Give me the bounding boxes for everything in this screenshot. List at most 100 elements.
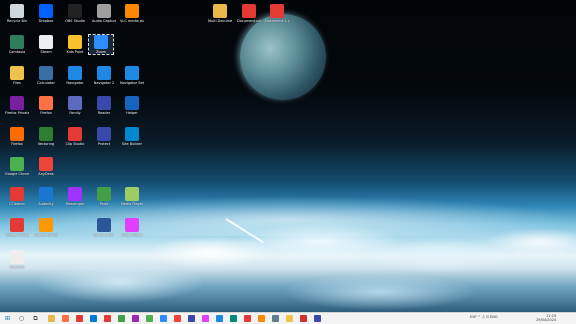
desktop-shortcut[interactable]: Multi Document: [208, 4, 232, 23]
shortcut-label: Media Player: [120, 202, 144, 206]
desktop-shortcut[interactable]: Clip Studio: [63, 127, 87, 146]
vlc-icon: [125, 4, 139, 18]
desktop-shortcut[interactable]: Dropbox: [34, 4, 58, 23]
desktop-shortcut[interactable]: VLC media player: [120, 4, 144, 23]
taskbar-app-16[interactable]: [258, 315, 265, 322]
media-icon: [125, 187, 139, 201]
shortcut-label: Recycle Bin: [6, 19, 28, 23]
desktop-shortcut[interactable]: Navigator 2: [92, 66, 116, 85]
desktop-shortcut[interactable]: Audacity: [34, 187, 58, 206]
taskbar-app-12[interactable]: [202, 315, 209, 322]
ccleaner-icon: [10, 187, 24, 201]
system-tray[interactable]: ESP ^ ♫ ⊡ ENG: [470, 315, 498, 319]
shortcut-label: Zoom: [95, 50, 107, 54]
desktop-shortcut[interactable]: Document 2.pdf: [265, 4, 289, 23]
people-icon: [68, 96, 82, 110]
desktop-shortcut[interactable]: Steam: [34, 35, 58, 54]
task-view-icon[interactable]: ⧉: [32, 315, 39, 322]
taskbar-app-9[interactable]: [160, 315, 167, 322]
taskbar-app-7[interactable]: [132, 315, 139, 322]
desktop-shortcut[interactable]: Kdenlive: [5, 250, 29, 269]
desktop-shortcut[interactable]: Zoom: [88, 34, 114, 55]
desktop-shortcut[interactable]: Document.pdf: [237, 4, 261, 23]
taskbar-app-2[interactable]: [62, 315, 69, 322]
desktop-shortcut[interactable]: Google Chrome: [34, 218, 58, 237]
desktop-shortcut[interactable]: Recycle Bin: [5, 4, 29, 23]
shortcut-label: Google Chrome: [5, 172, 29, 176]
shortcut-label: Calculator: [37, 81, 55, 85]
taskbar-app-4[interactable]: [90, 315, 97, 322]
shortcut-label: Clip Studio: [65, 142, 85, 146]
shield-icon: [97, 127, 111, 141]
desktop-shortcut[interactable]: Messenger: [63, 187, 87, 206]
taskbar-app-1[interactable]: [48, 315, 55, 322]
shortcut-label: Protect: [97, 142, 111, 146]
desktop-shortcut[interactable]: Reader: [92, 96, 116, 115]
desktop-shortcut[interactable]: Media Player: [120, 187, 144, 206]
desktop-shortcut[interactable]: Paint: [92, 187, 116, 206]
desktop-shortcut[interactable]: Family: [63, 96, 87, 115]
shortcut-label: Document 2.pdf: [265, 19, 289, 23]
taskbar-app-10[interactable]: [174, 315, 181, 322]
desktop-shortcut[interactable]: Photo Editor: [120, 218, 144, 237]
desktop-shortcut[interactable]: Helper: [120, 96, 144, 115]
tray-status: ESP ^ ♫ ⊡ ENG: [470, 315, 498, 319]
taskbar-app-5[interactable]: [104, 315, 111, 322]
taskbar-app-8[interactable]: [146, 315, 153, 322]
shortcut-label: Helper: [126, 111, 138, 115]
desktop-shortcut[interactable]: Navigator Setup: [120, 66, 144, 85]
desktop-shortcut[interactable]: Audio Capture: [92, 4, 116, 23]
document-icon: [97, 96, 111, 110]
shortcut-label: Firefox Private: [5, 111, 29, 115]
desktop-shortcut[interactable]: Kids Paint: [63, 35, 87, 54]
start-button[interactable]: ⊞: [4, 315, 11, 322]
desktop-shortcut[interactable]: Firefox Private: [5, 96, 29, 115]
desktop-shortcut[interactable]: OBS Studio: [63, 4, 87, 23]
taskbar-app-15[interactable]: [244, 315, 251, 322]
shortcut-label: Vectoring: [37, 142, 55, 146]
desktop-shortcut[interactable]: Google Chrome: [5, 157, 29, 176]
desktop-shortcut[interactable]: Protect: [92, 127, 116, 146]
clock[interactable]: 11:19 29/04/2024: [536, 314, 556, 322]
taskbar-app-19[interactable]: [300, 315, 307, 322]
obs-studio-icon: [68, 4, 82, 18]
shortcut-label: Firefox: [11, 142, 23, 146]
desktop-shortcut[interactable]: Vectoring: [34, 127, 58, 146]
folder-icon: [213, 4, 227, 18]
audio-capture-icon: [97, 4, 111, 18]
shortcut-label: Google Chrome: [34, 233, 58, 237]
app-icon: [97, 66, 111, 80]
desktop-shortcut[interactable]: Navigator: [63, 66, 87, 85]
shortcut-label: OBS Studio: [65, 19, 85, 23]
chrome-icon: [39, 218, 53, 232]
desktop-shortcut[interactable]: Adobe Acrobat: [5, 218, 29, 237]
taskbar-app-13[interactable]: [216, 315, 223, 322]
desktop-shortcut[interactable]: AnyDesk: [34, 157, 58, 176]
app-icon: [39, 127, 53, 141]
taskbar-app-18[interactable]: [286, 315, 293, 322]
taskbar-app-6[interactable]: [118, 315, 125, 322]
desktop-shortcut[interactable]: Firefox: [34, 96, 58, 115]
desktop-shortcut[interactable]: Word Editor: [92, 218, 116, 237]
desktop-shortcut[interactable]: Site Builder: [120, 127, 144, 146]
taskbar-app-17[interactable]: [272, 315, 279, 322]
shortcut-label: Kids Paint: [66, 50, 84, 54]
shortcut-label: Site Builder: [121, 142, 143, 146]
desktop-shortcut[interactable]: Calculator: [34, 66, 58, 85]
messenger-icon: [68, 187, 82, 201]
desktop-shortcut[interactable]: Camtasia: [5, 35, 29, 54]
shortcut-label: Multi Document: [208, 19, 232, 23]
desktop-shortcut[interactable]: Firefox: [5, 127, 29, 146]
taskbar-app-11[interactable]: [188, 315, 195, 322]
shortcut-label: Messenger: [65, 202, 85, 206]
shortcut-label: CCleaner: [9, 202, 25, 206]
shortcut-label: Word Editor: [93, 233, 115, 237]
desktop-shortcut[interactable]: CCleaner: [5, 187, 29, 206]
taskbar-app-20[interactable]: [314, 315, 321, 322]
taskbar-app-14[interactable]: [230, 315, 237, 322]
shortcut-label: Family: [69, 111, 81, 115]
shortcut-label: Firefox: [40, 111, 52, 115]
taskbar-app-3[interactable]: [76, 315, 83, 322]
search-icon[interactable]: ○: [18, 315, 25, 322]
desktop-shortcut[interactable]: Files: [5, 66, 29, 85]
